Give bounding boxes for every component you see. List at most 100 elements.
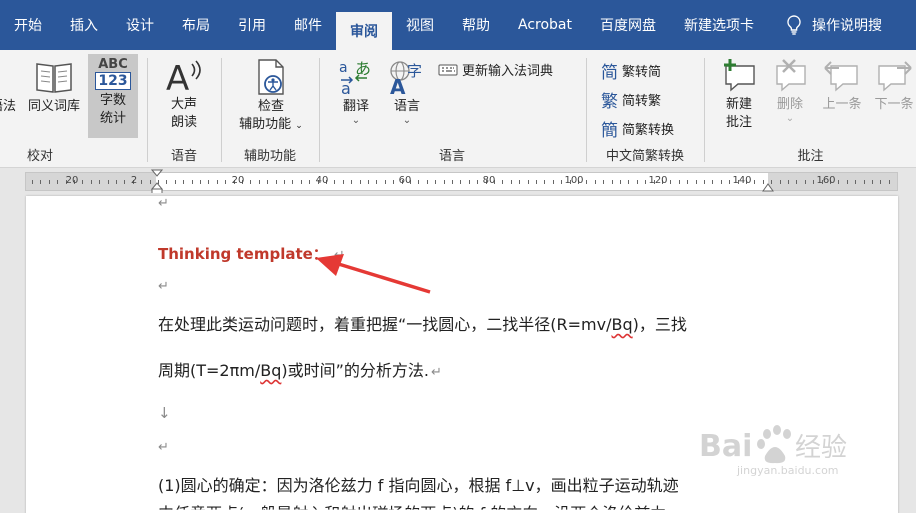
tell-me-search[interactable]: 操作说明搜	[808, 0, 896, 50]
check-accessibility-label-1: 检查	[257, 99, 284, 114]
review-ribbon: 语法 同义词库 校对 ABC 123 字数 统计 A	[0, 50, 916, 168]
ruler-tick	[48, 180, 50, 184]
tab-new-tab[interactable]: 新建选项卡	[670, 0, 768, 50]
tab-acrobat[interactable]: Acrobat	[504, 0, 586, 50]
ruler-tick	[57, 180, 59, 184]
ruler-tick	[267, 180, 269, 184]
paragraph-mark: ↵	[158, 440, 169, 455]
accessibility-check-icon	[258, 59, 284, 95]
ruler-label: 80	[482, 175, 496, 186]
svg-text:あ: あ	[355, 59, 371, 78]
ruler-tick	[695, 180, 697, 184]
ruler-tick	[284, 180, 285, 184]
update-ime-dictionary-button[interactable]: 更新输入法词典	[438, 60, 553, 79]
word-count-button[interactable]: ABC 123 字数 统计	[88, 54, 138, 138]
tab-view[interactable]: 视图	[392, 0, 448, 50]
group-speech: A 大声 朗读 语音	[148, 50, 220, 168]
svg-text:jingyan.baidu.com: jingyan.baidu.com	[736, 464, 839, 477]
read-aloud-label-1: 大声	[170, 97, 197, 112]
tab-home[interactable]: 开始	[0, 0, 56, 50]
ruler-tick	[502, 180, 504, 184]
chinese-conversion-button[interactable]: 簡 简繁转换	[601, 116, 674, 141]
paragraph-mark: ↵	[158, 279, 169, 294]
ruler-label: 160	[816, 175, 836, 186]
next-comment-button[interactable]: 下一条	[869, 58, 916, 114]
translate-button[interactable]: a あ a 翻译 ⌄	[334, 58, 378, 126]
baidu-watermark-logo: Bai 经验 jingyan.baidu.com	[697, 420, 867, 480]
word-count-icon: ABC 123	[95, 58, 131, 90]
body-paragraph-line-2[interactable]: 周期(T=2πm/Bq)或时间”的分析方法. ↵	[158, 357, 442, 381]
ruler-tick	[216, 180, 218, 184]
ruler-tick	[796, 180, 798, 184]
tab-layout[interactable]: 布局	[168, 0, 224, 50]
new-comment-icon	[724, 59, 755, 92]
tab-review[interactable]: 审阅	[336, 12, 392, 50]
ruler-tick	[846, 180, 848, 184]
tab-design[interactable]: 设计	[112, 0, 168, 50]
delete-comment-button[interactable]: 删除 ⌄	[767, 58, 813, 124]
ruler-tick	[124, 180, 126, 184]
check-accessibility-button[interactable]: 检查 辅助功能 ⌄	[230, 58, 312, 135]
ruler-tick	[141, 180, 143, 184]
translate-label: 翻译	[342, 99, 369, 114]
new-comment-label-1: 新建	[725, 97, 752, 112]
read-aloud-button[interactable]: A 大声 朗读	[158, 58, 210, 132]
group-language: a あ a 翻译 ⌄ 字 A 语言 ⌄ 更新输入法词典 语言	[320, 50, 584, 168]
ruler-label: 100	[564, 175, 584, 186]
next-comment-label: 下一条	[874, 97, 914, 112]
ruler-tick	[729, 180, 731, 184]
ruler-tick	[468, 180, 470, 184]
tab-insert[interactable]: 插入	[56, 0, 112, 50]
body-paragraph-line-3[interactable]: (1)圆心的确定：因为洛伦兹力 f 指向圆心，根据 f⊥v，画出粒子运动轨迹	[158, 472, 679, 496]
ruler-tick	[99, 180, 101, 184]
ruler-tick	[704, 180, 705, 184]
ruler-tick	[872, 180, 873, 184]
thesaurus-label: 同义词库	[27, 99, 80, 114]
ruler-tick	[351, 180, 353, 184]
group-label-speech: 语音	[170, 149, 197, 164]
tab-help[interactable]: 帮助	[448, 0, 504, 50]
ribbon-tab-bar: 开始 插入 设计 布局 引用 邮件 审阅 视图 帮助 Acrobat 百度网盘 …	[0, 0, 916, 50]
simplified-char-icon: 简	[601, 63, 618, 83]
lightbulb-icon[interactable]	[768, 0, 808, 50]
ruler-tick	[779, 180, 781, 184]
ruler-tick	[418, 180, 420, 184]
tab-baidu-netdisk[interactable]: 百度网盘	[586, 0, 670, 50]
ruler-tick	[300, 180, 302, 184]
ruler-label: 20	[65, 175, 79, 186]
right-indent-marker-icon[interactable]	[762, 181, 774, 193]
ruler-tick	[200, 180, 201, 184]
group-label-language: 语言	[438, 149, 465, 164]
ruler-tick	[880, 180, 882, 184]
horizontal-ruler[interactable]: 20 2 20 40 60 80 100 120 140 160	[25, 169, 898, 195]
svg-text:经验: 经验	[795, 433, 847, 463]
ruler-tick	[258, 180, 260, 184]
keyboard-icon	[438, 64, 458, 75]
ruler-tick	[712, 180, 714, 184]
previous-comment-icon	[824, 61, 858, 92]
svg-text:字: 字	[407, 62, 422, 80]
ruler-tick	[863, 180, 865, 184]
body-paragraph-line-1[interactable]: 在处理此类运动问题时，着重把握“一找圆心，二找半径(R=mv/Bq)，三找	[158, 311, 687, 335]
read-aloud-label-2: 朗读	[170, 115, 197, 130]
indent-marker-icon[interactable]	[151, 169, 163, 195]
group-label-proofing: 校对	[26, 149, 53, 164]
tab-references[interactable]: 引用	[224, 0, 280, 50]
ruler-label: 2	[130, 175, 138, 186]
group-proofing: 语法 同义词库 校对	[0, 50, 80, 168]
tab-mailings[interactable]: 邮件	[280, 0, 336, 50]
thesaurus-button[interactable]: 同义词库	[22, 58, 86, 116]
traditional-to-simplified-button[interactable]: 简 繁转简	[601, 58, 661, 83]
ruler-tick	[611, 180, 613, 184]
spelling-grammar-button[interactable]: 语法	[0, 98, 20, 116]
language-button[interactable]: 字 A 语言 ⌄	[384, 58, 430, 126]
chevron-down-icon: ⌄	[351, 115, 361, 126]
simplified-to-traditional-button[interactable]: 繁 简转繁	[601, 87, 661, 112]
ruler-tick	[645, 180, 647, 184]
previous-comment-button[interactable]: 上一条	[817, 58, 867, 114]
ruler-tick	[552, 180, 554, 184]
annotation-arrow-icon	[316, 254, 431, 294]
ruler-tick	[342, 180, 344, 184]
group-comments: 新建 批注 删除 ⌄ 上一条 下一条 批注	[705, 50, 916, 168]
new-comment-button[interactable]: 新建 批注	[713, 58, 765, 132]
